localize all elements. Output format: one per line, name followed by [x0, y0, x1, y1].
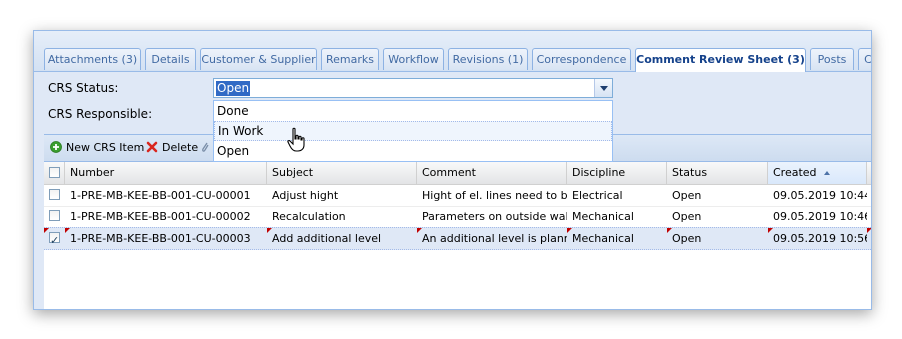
cell-comment[interactable]: Parameters on outside wal...: [417, 206, 567, 227]
cell-status[interactable]: Open: [667, 185, 768, 206]
tab-correspondence[interactable]: Correspondence: [532, 48, 631, 70]
select-all-column[interactable]: [44, 162, 65, 184]
column-header-number[interactable]: Number: [65, 162, 267, 184]
column-header-created-label: Created: [773, 166, 817, 179]
cell-overflow: [867, 228, 871, 249]
column-header-created[interactable]: Created: [768, 162, 867, 184]
cell-created[interactable]: 09.05.2019 10:44: [768, 185, 867, 206]
cell-discipline[interactable]: Electrical: [567, 185, 667, 206]
table-row[interactable]: 1-PRE-MB-KEE-BB-001-CU-00002 Recalculati…: [44, 206, 871, 228]
column-header-subject[interactable]: Subject: [267, 162, 417, 184]
delete-icon[interactable]: [146, 141, 158, 153]
tab-details[interactable]: Details: [145, 48, 196, 70]
dropdown-option-in-work[interactable]: In Work: [214, 121, 612, 141]
dropdown-option-open[interactable]: Open: [214, 141, 612, 161]
crs-status-value[interactable]: Open: [216, 81, 251, 96]
cell-subject[interactable]: Adjust hight: [267, 185, 417, 206]
attach-icon[interactable]: [200, 140, 210, 154]
cell-created[interactable]: 09.05.2019 10:56: [768, 228, 867, 249]
cell-number[interactable]: 1-PRE-MB-KEE-BB-001-CU-00002: [65, 206, 267, 227]
cell-number[interactable]: 1-PRE-MB-KEE-BB-001-CU-00001: [65, 185, 267, 206]
sort-ascending-icon: [824, 171, 831, 175]
tab-comment-review-sheet[interactable]: Comment Review Sheet (3): [635, 48, 806, 72]
add-icon[interactable]: [50, 141, 62, 153]
grid-header: Number Subject Comment Discipline Status…: [44, 162, 871, 185]
table-row[interactable]: 1-PRE-MB-KEE-BB-001-CU-00003 Add additio…: [44, 227, 871, 250]
tab-customer-supplier[interactable]: Customer & Supplier: [200, 48, 317, 70]
cell-created[interactable]: 09.05.2019 10:46: [768, 206, 867, 227]
chevron-down-icon[interactable]: [594, 79, 612, 97]
row-select-cell[interactable]: [44, 206, 65, 227]
select-all-checkbox[interactable]: [49, 167, 60, 178]
document-window: Attachments (3) Details Customer & Suppl…: [33, 30, 872, 310]
delete-button[interactable]: Delete: [162, 141, 198, 155]
crs-grid: Number Subject Comment Discipline Status…: [44, 162, 871, 309]
row-checkbox-checked[interactable]: [49, 230, 60, 249]
column-header-status[interactable]: Status: [667, 162, 768, 184]
tab-overflow[interactable]: C: [858, 48, 871, 70]
table-row[interactable]: 1-PRE-MB-KEE-BB-001-CU-00001 Adjust high…: [44, 185, 871, 207]
cell-comment[interactable]: An additional level is plann...: [417, 228, 567, 249]
tab-posts[interactable]: Posts: [810, 48, 854, 70]
dropdown-option-done[interactable]: Done: [214, 101, 612, 121]
row-select-cell[interactable]: [44, 228, 65, 249]
hand-cursor-icon: [287, 127, 305, 152]
row-checkbox[interactable]: [49, 210, 60, 221]
crs-status-label: CRS Status:: [48, 81, 119, 95]
cell-subject[interactable]: Add additional level: [267, 228, 417, 249]
crs-responsible-label: CRS Responsible:: [48, 107, 153, 121]
cell-discipline[interactable]: Mechanical: [567, 228, 667, 249]
cell-status[interactable]: Open: [667, 228, 768, 249]
tab-revisions[interactable]: Revisions (1): [448, 48, 528, 70]
tab-attachments[interactable]: Attachments (3): [44, 48, 141, 70]
cell-comment[interactable]: Hight of el. lines need to b...: [417, 185, 567, 206]
new-crs-item-button[interactable]: New CRS Item: [66, 141, 144, 155]
cell-number[interactable]: 1-PRE-MB-KEE-BB-001-CU-00003: [65, 228, 267, 249]
row-checkbox[interactable]: [49, 189, 60, 200]
column-header-comment[interactable]: Comment: [417, 162, 567, 184]
column-header-discipline[interactable]: Discipline: [567, 162, 667, 184]
cell-subject[interactable]: Recalculation: [267, 206, 417, 227]
row-select-cell[interactable]: [44, 185, 65, 206]
crs-status-dropdown: Done In Work Open: [213, 100, 613, 162]
cell-status[interactable]: Open: [667, 206, 768, 227]
tab-workflow[interactable]: Workflow: [383, 48, 444, 70]
crs-status-combo[interactable]: Open: [213, 78, 613, 98]
cell-discipline[interactable]: Mechanical: [567, 206, 667, 227]
tab-strip: Attachments (3) Details Customer & Suppl…: [34, 31, 871, 72]
tab-remarks[interactable]: Remarks: [321, 48, 379, 70]
